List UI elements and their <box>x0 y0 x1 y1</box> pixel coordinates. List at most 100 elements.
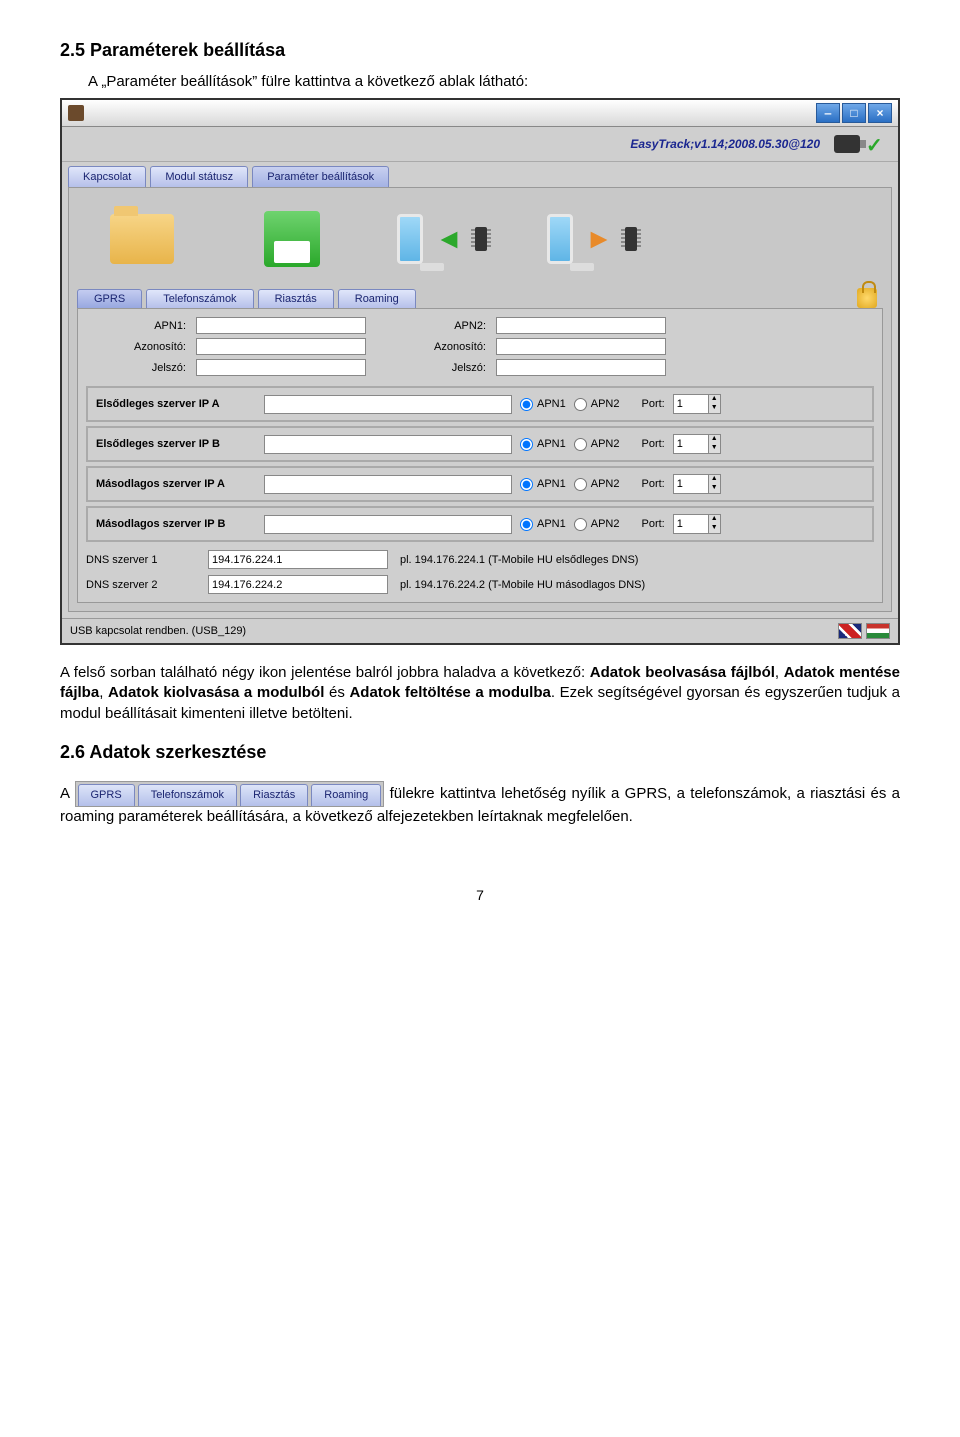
spin-up[interactable]: ▲ <box>708 475 720 484</box>
tab-parameter-beallitasok[interactable]: Paraméter beállítások <box>252 166 389 187</box>
dns2-label: DNS szerver 2 <box>86 579 196 591</box>
azon2-input[interactable] <box>496 338 666 355</box>
spin-up[interactable]: ▲ <box>708 435 720 444</box>
port-input[interactable] <box>674 516 708 532</box>
apn1-radio[interactable] <box>520 398 533 411</box>
section-25-title: 2.5 Paraméterek beállítása <box>60 40 900 61</box>
flag-uk-icon[interactable] <box>838 623 862 639</box>
server-label: Másodlagos szerver IP A <box>96 478 256 490</box>
statusbar: USB kapcsolat rendben. (USB_129) <box>62 618 898 643</box>
window-controls: ‒ □ × <box>816 103 892 123</box>
port-spinner[interactable]: ▲▼ <box>673 394 721 414</box>
flag-hu-icon[interactable] <box>866 623 890 639</box>
azon1-label: Azonosító: <box>86 341 186 353</box>
spin-up[interactable]: ▲ <box>708 515 720 524</box>
save-to-file-button[interactable] <box>247 204 337 274</box>
server-row-1: Elsődleges szerver IP B APN1 APN2 Port: … <box>86 426 874 462</box>
port-label: Port: <box>642 438 665 450</box>
subtab-telefonszamok[interactable]: Telefonszámok <box>146 289 253 308</box>
maximize-button[interactable]: □ <box>842 103 866 123</box>
arrow-right-icon: ► <box>585 223 613 255</box>
server-row-2: Másodlagos szerver IP A APN1 APN2 Port: … <box>86 466 874 502</box>
text: és <box>324 684 349 701</box>
floppy-icon <box>264 211 320 267</box>
apn2-radio-label: APN2 <box>591 478 620 490</box>
apn1-radio-label: APN1 <box>537 478 566 490</box>
server-ip-input[interactable] <box>264 395 512 414</box>
apn2-radio[interactable] <box>574 398 587 411</box>
jelszo1-input[interactable] <box>196 359 366 376</box>
port-label: Port: <box>642 518 665 530</box>
dns-section: DNS szerver 1 pl. 194.176.224.1 (T-Mobil… <box>86 550 874 594</box>
folder-icon <box>110 214 174 264</box>
spin-down[interactable]: ▼ <box>708 444 720 453</box>
titlebar: ‒ □ × <box>62 100 898 127</box>
apn2-radio-label: APN2 <box>591 518 620 530</box>
server-ip-input[interactable] <box>264 515 512 534</box>
apn1-radio-label: APN1 <box>537 398 566 410</box>
version-text: EasyTrack;v1.14;2008.05.30@120 <box>630 137 820 151</box>
subtab-gprs[interactable]: GPRS <box>77 289 142 308</box>
main-tabs: Kapcsolat Modul státusz Paraméter beállí… <box>62 162 898 187</box>
apn2-input[interactable] <box>496 317 666 334</box>
check-icon: ✓ <box>866 133 888 155</box>
dns1-input[interactable] <box>208 550 388 569</box>
port-spinner[interactable]: ▲▼ <box>673 474 721 494</box>
apn1-radio[interactable] <box>520 478 533 491</box>
spin-down[interactable]: ▼ <box>708 484 720 493</box>
chip-icon <box>475 227 487 251</box>
subtab-roaming[interactable]: Roaming <box>338 289 416 308</box>
dns1-label: DNS szerver 1 <box>86 554 196 566</box>
mini-tab-gprs: GPRS <box>78 784 135 806</box>
spin-down[interactable]: ▼ <box>708 524 720 533</box>
port-spinner[interactable]: ▲▼ <box>673 514 721 534</box>
read-from-module-button[interactable]: ◄ <box>397 204 487 274</box>
tab-content: ◄ ► GPRS Telefonszámok Riasztás Roaming … <box>68 187 892 612</box>
chip-icon <box>625 227 637 251</box>
load-from-file-button[interactable] <box>97 204 187 274</box>
close-button[interactable]: × <box>868 103 892 123</box>
paragraph-25: A felső sorban található négy ikon jelen… <box>60 663 900 724</box>
minimize-button[interactable]: ‒ <box>816 103 840 123</box>
apn1-radio[interactable] <box>520 438 533 451</box>
port-input[interactable] <box>674 396 708 412</box>
tab-kapcsolat[interactable]: Kapcsolat <box>68 166 146 187</box>
spin-down[interactable]: ▼ <box>708 404 720 413</box>
dns2-input[interactable] <box>208 575 388 594</box>
usb-indicator: ✓ <box>834 133 888 155</box>
apn1-input[interactable] <box>196 317 366 334</box>
port-spinner[interactable]: ▲▼ <box>673 434 721 454</box>
spin-up[interactable]: ▲ <box>708 395 720 404</box>
arrow-left-icon: ◄ <box>435 223 463 255</box>
inline-subtab-image: GPRS Telefonszámok Riasztás Roaming <box>75 781 385 807</box>
bold-text: Adatok kiolvasása a modulból <box>108 684 324 701</box>
apn2-radio[interactable] <box>574 518 587 531</box>
apn2-radio[interactable] <box>574 438 587 451</box>
server-ip-input[interactable] <box>264 475 512 494</box>
monitor-icon <box>547 214 573 264</box>
lock-icon[interactable] <box>857 288 877 308</box>
status-text: USB kapcsolat rendben. (USB_129) <box>70 625 246 637</box>
apn2-radio[interactable] <box>574 478 587 491</box>
upload-to-module-button[interactable]: ► <box>547 204 637 274</box>
server-ip-input[interactable] <box>264 435 512 454</box>
server-row-0: Elsődleges szerver IP A APN1 APN2 Port: … <box>86 386 874 422</box>
bold-text: Adatok beolvasása fájlból <box>590 664 775 681</box>
bold-text: Adatok feltöltése a modulba <box>349 684 550 701</box>
subtab-riasztas[interactable]: Riasztás <box>258 289 334 308</box>
azon2-label: Azonosító: <box>376 341 486 353</box>
dns2-hint: pl. 194.176.224.2 (T-Mobile HU másodlago… <box>400 579 874 591</box>
port-input[interactable] <box>674 436 708 452</box>
port-input[interactable] <box>674 476 708 492</box>
apn1-radio[interactable] <box>520 518 533 531</box>
jelszo2-input[interactable] <box>496 359 666 376</box>
text: A felső sorban található négy ikon jelen… <box>60 664 590 681</box>
paragraph-26: A GPRS Telefonszámok Riasztás Roaming fü… <box>60 781 900 827</box>
app-window: ‒ □ × EasyTrack;v1.14;2008.05.30@120 ✓ K… <box>60 98 900 645</box>
monitor-icon <box>397 214 423 264</box>
apn1-radio-label: APN1 <box>537 518 566 530</box>
tab-modul-statusz[interactable]: Modul státusz <box>150 166 248 187</box>
azon1-input[interactable] <box>196 338 366 355</box>
apn2-radio-label: APN2 <box>591 398 620 410</box>
server-row-3: Másodlagos szerver IP B APN1 APN2 Port: … <box>86 506 874 542</box>
